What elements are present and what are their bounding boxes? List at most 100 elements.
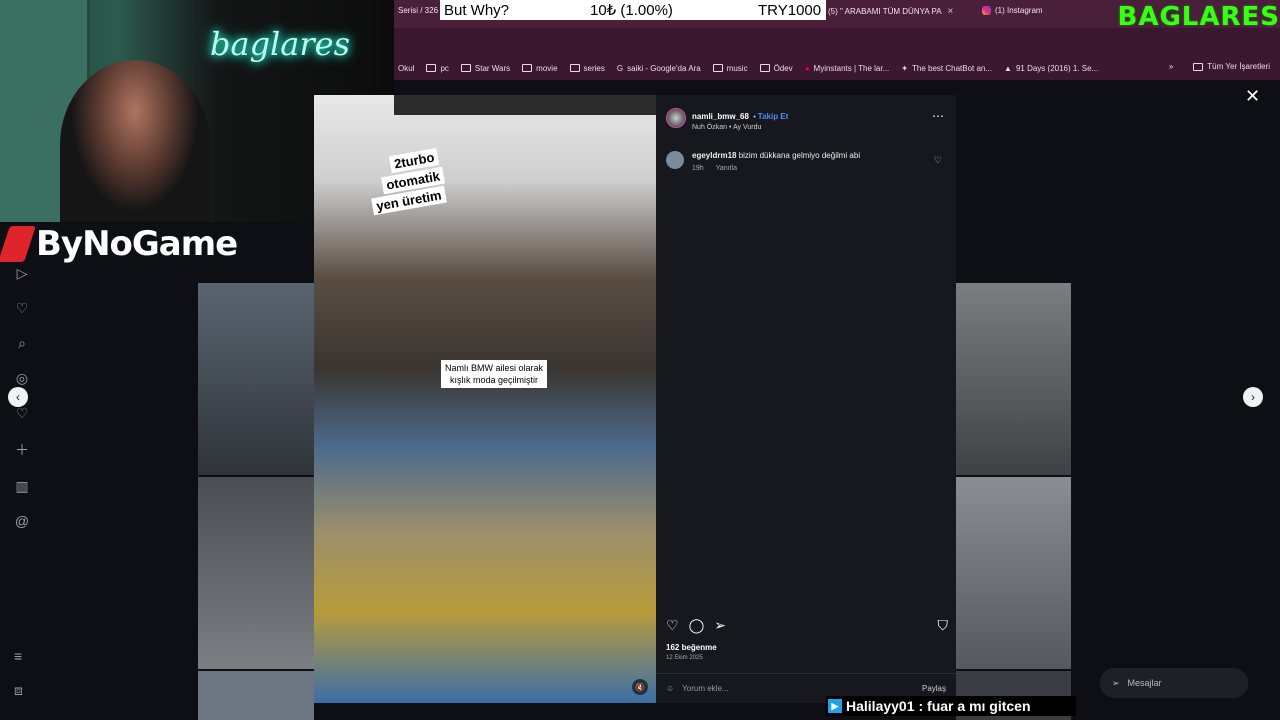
bookmark-91days[interactable]: ▲ 91 Days (2016) 1. Se... [1004,64,1098,73]
bookmark-chatbot[interactable]: ✦ The best ChatBot an... [901,64,992,73]
post-header: namli_bmw_68 • Takip Et Nuh Özkan • Ay V… [656,95,956,141]
caption-line2: kışlık moda geçilmiştir [450,375,539,385]
ticker-title: But Why? [444,1,510,19]
avatar[interactable] [666,108,686,128]
notifications-icon[interactable]: ♡ [16,300,29,317]
instagram-icon [982,6,991,16]
messages-label: Mesajlar [1127,678,1162,688]
bookmark-label: Star Wars [474,63,511,73]
grid-post[interactable] [956,283,1071,475]
close-icon[interactable]: × [948,6,954,17]
search-icon[interactable]: ⌕ [18,335,26,352]
bookmark-pc[interactable]: pc [426,63,449,73]
post-date: 12 Ekim 2025 [666,655,703,661]
folder-icon [569,64,580,72]
grid-post[interactable] [198,477,314,669]
comment-input[interactable]: Yorum ekle... [682,684,728,693]
post-actions: ♡ ◯ ➢ ⛉ [666,617,948,634]
reply-link[interactable]: Yanıtla [716,165,737,172]
browser-toolbar: 🔍 ⧉ ☆ ▣ ⊞ ⬇ ⧠ ≡ ● ⋮ [394,28,1280,75]
neon-sign: baglares [210,25,351,63]
reels-icon[interactable]: ▷ [17,265,28,282]
menu-hamburger-icon[interactable]: ≡ [14,648,23,664]
bookmark-label: movie [536,63,558,73]
tab-label: Serisi / 326 [398,6,439,15]
bookmark-label: music [726,63,748,73]
bookmarks-bar: Okul pc Star Wars movie series Gsaiki - … [394,56,1280,80]
bookmark-label: saiki - Google'da Ara [627,63,701,73]
bookmark-label: Ödev [773,63,793,73]
chat-user: Halilayy01 [846,698,915,714]
follow-button[interactable]: Takip Et [758,112,789,121]
comment: egeyldrm18 bizim dükkana gelmiyo değilmi… [666,151,946,172]
bookmark-myinstants[interactable]: ● Myinstants | The lar... [805,64,890,73]
grid-post[interactable] [198,671,314,720]
post-comment-button[interactable]: Paylaş [922,684,946,693]
ticker-goal: TRY1000 [758,1,822,19]
explore-icon[interactable]: ◎ [16,370,28,387]
messenger-icon: ➢ [1112,677,1120,688]
share-icon[interactable]: ➢ [714,617,726,634]
more-options-icon[interactable]: ⋯ [932,109,944,123]
anime-icon: ▲ [1004,63,1012,73]
tab-arabami[interactable]: (5) " ARABAMI TÜM DÜNYA PA × [828,6,953,17]
bookmark-label: 91 Days (2016) 1. Se... [1015,63,1099,73]
threads-icon[interactable]: @ [15,513,29,529]
bookmark-starwars[interactable]: Star Wars [460,63,511,73]
mute-icon[interactable]: 🔇 [632,679,648,695]
next-post-arrow-icon[interactable]: › [1243,387,1263,407]
bookmark-movie[interactable]: movie [522,63,558,73]
comment-text: bizim dükkana gelmiyo değilmi abi [738,151,861,160]
chat-text: : fuar a mı gitcen [918,698,1031,714]
streamer [60,60,210,222]
bookmark-label: Okul [398,63,415,73]
bookmark-google[interactable]: Gsaiki - Google'da Ara [617,64,701,73]
grid-post[interactable] [198,283,314,475]
google-icon: G [616,63,624,73]
bookmark-icon[interactable]: ⛉ [938,617,949,634]
prev-post-arrow-icon[interactable]: ‹ [8,387,28,407]
insights-icon[interactable]: ▥ [15,478,28,495]
tab-instagram[interactable]: (1) Instagram [982,6,1043,16]
chatbot-icon: ✦ [901,63,908,73]
kick-icon: ▶ [828,699,842,713]
donation-ticker: But Why? 10₺ (1.00%) TRY1000 [440,0,826,20]
folder-icon [1193,62,1204,71]
bookmarks-overflow[interactable]: » [1169,62,1173,71]
post-video[interactable]: 05415351328 2turbo otomatik yen üretim N… [314,95,656,703]
create-icon[interactable]: ＋ [15,440,29,460]
ticker-price: 10₺ (1.00%) [590,2,673,19]
tab-serisi[interactable]: Serisi / 326 [398,6,438,15]
close-modal-icon[interactable]: ✕ [1245,86,1260,107]
bynogame-logo: ByNoGame [0,224,238,264]
bookmark-series[interactable]: series [569,63,605,73]
post-subtitle[interactable]: Nuh Özkan • Ay Vurdu [692,124,788,131]
comment-like-icon[interactable]: ♡ [934,155,942,166]
activity-icon[interactable]: ♡ [16,405,29,422]
like-icon[interactable]: ♡ [666,617,679,634]
myinstants-icon: ● [804,63,810,73]
messages-button[interactable]: ➢ Mesajlar [1100,668,1248,698]
bookmark-okul[interactable]: Okul [398,64,414,73]
comment-icon[interactable]: ◯ [689,617,705,634]
comment-username[interactable]: egeyldrm18 [692,151,736,160]
bookmark-odev[interactable]: Ödev [759,63,793,73]
all-bookmarks[interactable]: Tüm Yer İşaretleri [1207,62,1270,71]
bookmark-label: Myinstants | The lar... [813,63,890,73]
comment-time: 19h [692,165,704,172]
meta-icon[interactable]: ⧈ [14,682,23,699]
video-top-strip [394,95,656,115]
bookmark-music[interactable]: music [712,63,748,73]
bynogame-text: ByNoGame [36,224,238,264]
grid-post[interactable] [956,477,1071,669]
bookmark-label: pc [440,63,449,73]
post-side-panel: namli_bmw_68 • Takip Et Nuh Özkan • Ay V… [656,95,956,703]
bynogame-mark-icon [0,226,36,262]
post-username[interactable]: namli_bmw_68 [692,112,749,121]
bookmark-label: series [583,63,605,73]
folder-icon [522,64,533,72]
comment-avatar[interactable] [666,151,684,169]
emoji-icon[interactable]: ☺ [666,684,674,693]
bookmark-label: The best ChatBot an... [911,63,993,73]
likes-count[interactable]: 162 beğenme [666,643,717,652]
